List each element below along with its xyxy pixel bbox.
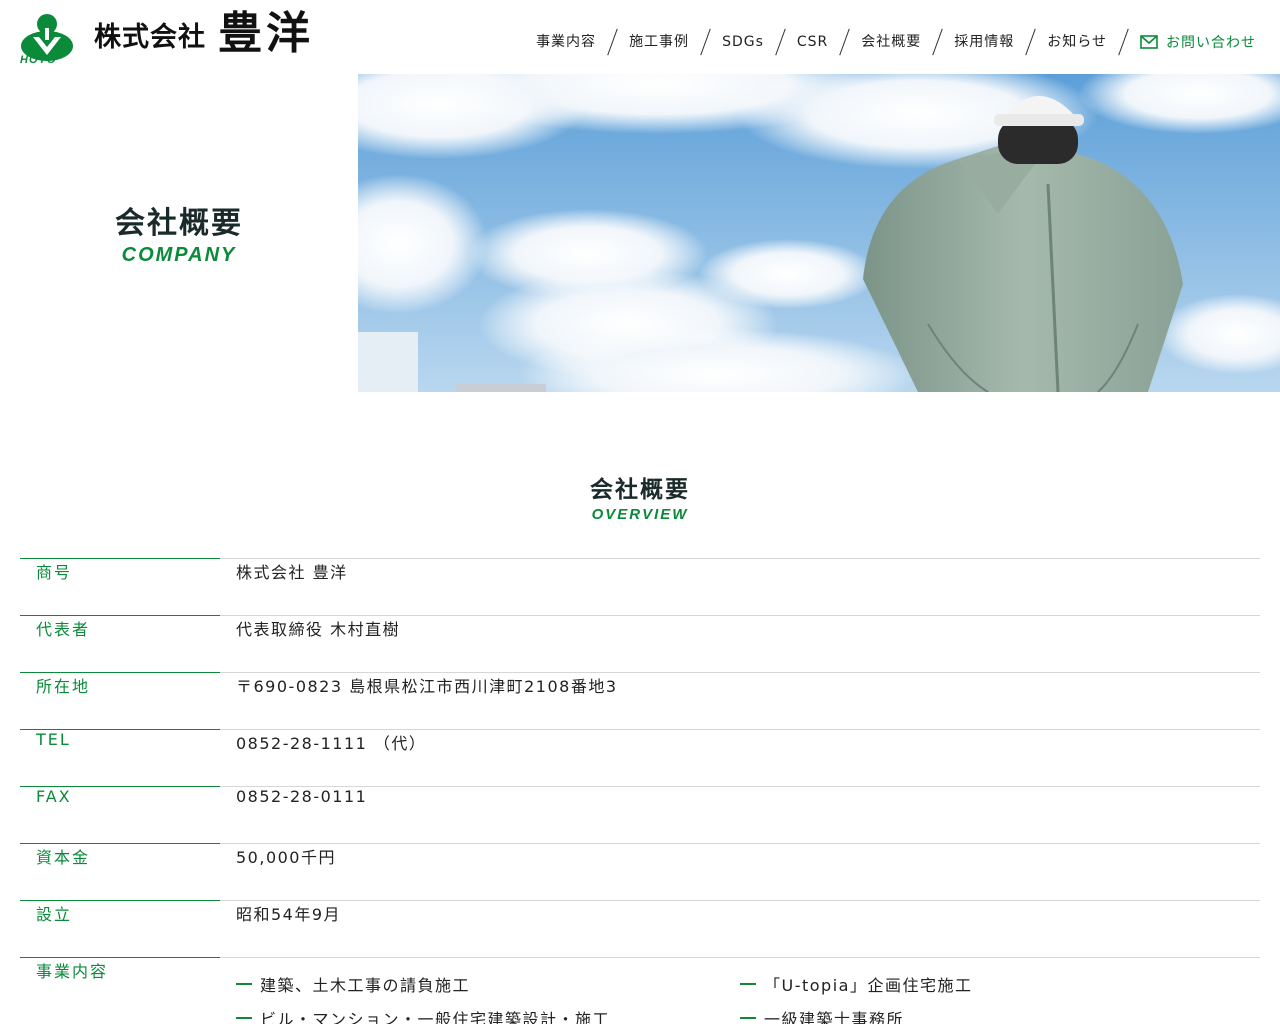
company-overview-table: 商号 株式会社 豊洋 代表者 代表取締役 木村直樹 所在地 〒690-0823 … [20,558,1260,1024]
contact-link[interactable]: お問い合わせ [1140,32,1256,52]
table-row: 所在地 〒690-0823 島根県松江市西川津町2108番地3 [20,672,1260,729]
table-row: 代表者 代表取締役 木村直樹 [20,615,1260,672]
row-label: FAX [20,786,220,843]
business-item-text: 建築、土木工事の請負施工 [260,976,471,995]
row-label: 代表者 [20,615,220,672]
company-name[interactable]: 株式会社 豊洋 [94,10,314,58]
dash-icon [236,1017,252,1019]
table-row: 商号 株式会社 豊洋 [20,558,1260,615]
table-row: TEL 0852-28-1111 （代） [20,729,1260,786]
business-item-text: 「U-topia」企画住宅施工 [764,976,973,995]
table-row: 資本金 50,000千円 [20,843,1260,900]
row-value: 昭和54年9月 [236,905,342,924]
nav-item-recruit[interactable]: 採用情報 [950,28,1018,56]
site-header: HOYO 株式会社 豊洋 事業内容 施工事例 SDGs CSR 会社概要 採用情… [0,0,1280,74]
nav-separator [839,28,851,56]
company-name-main: 豊洋 [218,8,314,59]
business-item-text: ビル・マンション・一般住宅建築設計・施工 [260,1010,611,1024]
global-nav: 事業内容 施工事例 SDGs CSR 会社概要 採用情報 お知らせ お問い合わせ [532,28,1256,56]
logo-text: HOYO [20,54,57,66]
nav-separator [775,28,786,56]
overview-subtitle: OVERVIEW [591,506,689,523]
hero-image [358,74,1280,392]
dash-icon [740,1017,756,1019]
row-label: TEL [20,729,220,786]
nav-separator [607,28,618,56]
row-value: 50,000千円 [236,848,336,867]
nav-item-sdgs[interactable]: SDGs [718,28,768,56]
company-prefix: 株式会社 [94,22,206,53]
overview-title: 会社概要 [590,477,690,503]
row-label: 所在地 [20,672,220,729]
row-value: 0852-28-0111 [236,787,368,806]
nav-separator [1118,28,1129,56]
row-value: 代表取締役 木村直樹 [236,620,401,639]
nav-separator [700,28,711,56]
list-item: 建築、土木工事の請負施工 [236,972,470,996]
row-value: 株式会社 豊洋 [236,563,348,582]
row-value: 〒690-0823 島根県松江市西川津町2108番地3 [236,677,618,696]
page-subtitle: COMPANY [121,244,237,266]
list-item: 一級建築士事務所 [740,1006,904,1024]
hero-title-area: 会社概要 COMPANY [0,74,358,392]
row-label: 設立 [20,900,220,957]
nav-item-company[interactable]: 会社概要 [857,28,925,56]
list-item: ビル・マンション・一般住宅建築設計・施工 [236,1006,610,1024]
dash-icon [236,983,252,985]
row-label: 商号 [20,558,220,615]
table-row: FAX 0852-28-0111 [20,786,1260,843]
list-item: 「U-topia」企画住宅施工 [740,972,972,996]
business-item-text: 一級建築士事務所 [764,1010,905,1024]
table-row-business: 事業内容 建築、土木工事の請負施工 「U-topia」企画住宅施工 ビル・マンシ… [20,957,1260,1024]
mail-icon [1140,35,1158,49]
nav-item-csr[interactable]: CSR [793,28,832,56]
nav-item-business[interactable]: 事業内容 [532,28,600,56]
page-title: 会社概要 [115,206,243,241]
dash-icon [740,983,756,985]
nav-separator [932,28,944,56]
nav-item-works[interactable]: 施工事例 [625,28,693,56]
table-row: 設立 昭和54年9月 [20,900,1260,957]
row-value: 0852-28-1111 （代） [236,734,427,753]
nav-item-news[interactable]: お知らせ [1043,28,1111,56]
contact-label: お問い合わせ [1166,35,1256,51]
row-label: 事業内容 [20,957,220,1014]
nav-separator [1025,28,1037,56]
row-label: 資本金 [20,843,220,900]
